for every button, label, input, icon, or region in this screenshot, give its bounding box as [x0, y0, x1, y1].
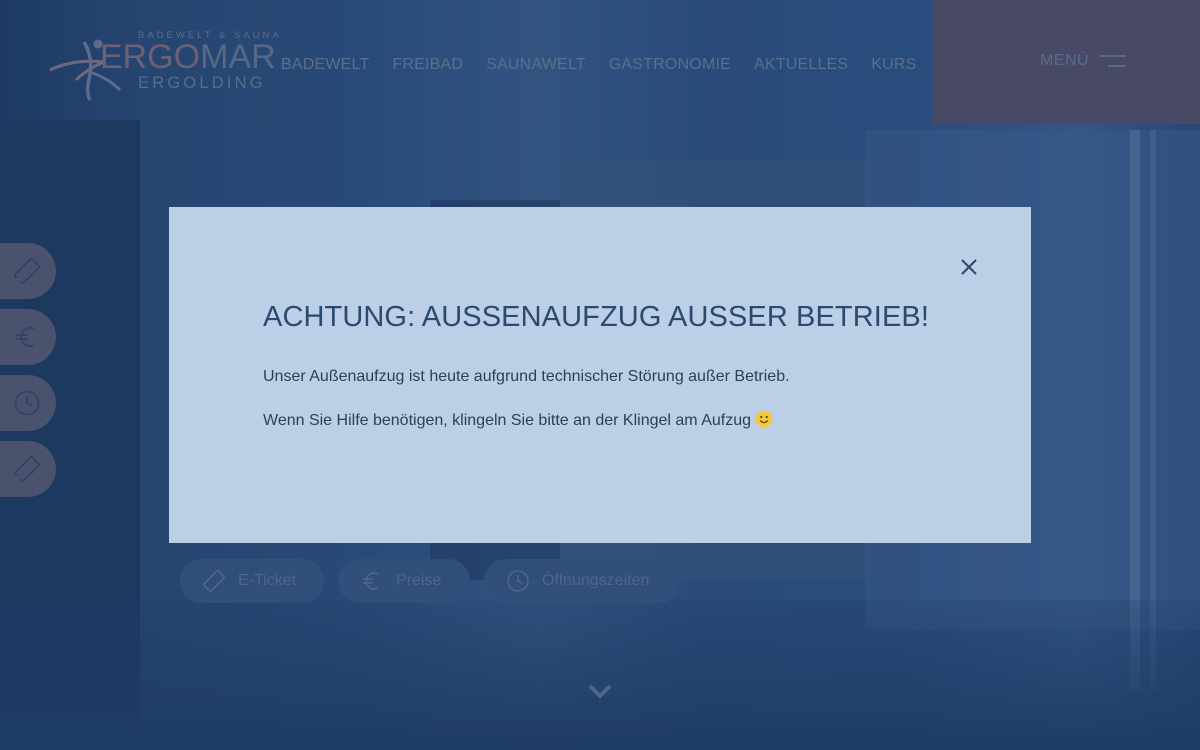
notice-modal: ACHTUNG: AUSSENAUFZUG AUSSER BETRIEB! Un… [169, 207, 1031, 543]
modal-paragraph-1: Unser Außenaufzug ist heute aufgrund tec… [263, 368, 790, 385]
modal-title: ACHTUNG: AUSSENAUFZUG AUSSER BETRIEB! [263, 301, 929, 333]
close-icon[interactable] [958, 256, 980, 278]
smiley-icon [755, 410, 773, 428]
modal-paragraph-2-text: Wenn Sie Hilfe benötigen, klingeln Sie b… [263, 412, 752, 429]
modal-paragraph-2: Wenn Sie Hilfe benötigen, klingeln Sie b… [263, 410, 773, 430]
